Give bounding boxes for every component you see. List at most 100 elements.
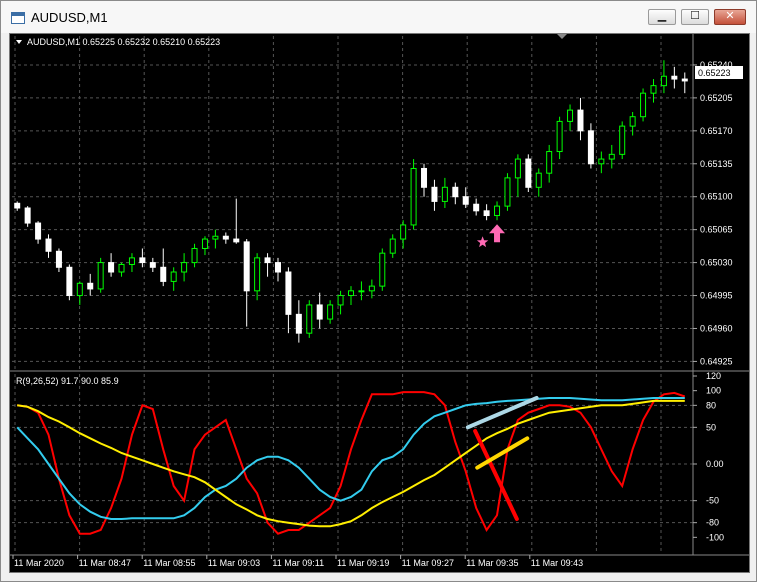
window-title: AUDUSD,M1 (31, 10, 108, 25)
indicator-series-R9 (17, 391, 686, 535)
dropdown-triangle-icon[interactable] (16, 40, 22, 44)
price-tick-label: 0.65170 (700, 126, 733, 136)
minimize-button[interactable]: ▁ (648, 9, 676, 25)
candle-body (660, 75, 667, 87)
time-tick-label: 11 Mar 09:11 (272, 558, 324, 568)
candle-body (243, 241, 250, 292)
candle-body (87, 282, 94, 290)
indicator-tick-label: -100 (706, 532, 724, 542)
indicator-tick-label: 80 (706, 400, 716, 410)
indicator-lines (16, 391, 686, 535)
candle-body (567, 109, 574, 122)
price-panel-header: AUDUSD,M1 0.65225 0.65232 0.65210 0.6522… (27, 37, 220, 47)
candle-body (139, 257, 146, 264)
candle-body (452, 186, 459, 198)
candle-body (55, 250, 62, 268)
candle-body (577, 109, 584, 132)
indicator-tick-label: 100 (706, 386, 721, 396)
time-tick-label: 11 Mar 08:47 (79, 558, 131, 568)
candle-body (556, 120, 563, 153)
candle-body (233, 238, 240, 243)
maximize-button[interactable]: ☐ (681, 9, 709, 25)
candle-body (629, 116, 636, 127)
candle-body (671, 75, 678, 80)
indicator-tick-label: -80 (706, 518, 719, 528)
price-tick-label: 0.64995 (700, 291, 733, 301)
candle-body (327, 304, 334, 320)
candle-body (514, 158, 521, 179)
candle-body (619, 125, 626, 155)
chart-window: AUDUSD,M1 ▁ ☐ ✕ AUDUSD,M1 0.65225 0.6523… (0, 0, 757, 582)
indicator-tick-label: -50 (706, 496, 719, 506)
candle-body (379, 252, 386, 287)
candle-body (274, 262, 281, 273)
candle-body (598, 158, 605, 165)
candle-body (201, 238, 208, 249)
price-tick-label: 0.64925 (700, 356, 733, 366)
price-tick-label: 0.65135 (700, 159, 733, 169)
price-tick-label: 0.65100 (700, 192, 733, 202)
candle-body (295, 313, 302, 334)
signal-star-icon[interactable] (476, 236, 489, 248)
candle-body (337, 295, 344, 306)
candle-body (264, 257, 271, 264)
candle-body (306, 304, 313, 334)
candle-body (640, 92, 647, 118)
candle-body (389, 238, 396, 254)
chart-shift-marker-icon[interactable] (557, 34, 567, 39)
indicator-tick-label: 0.00 (706, 459, 724, 469)
candle-body (128, 257, 135, 265)
candle-body (421, 167, 428, 188)
close-button[interactable]: ✕ (714, 9, 746, 25)
candle-body (76, 282, 83, 297)
candle-body (504, 177, 511, 207)
title-bar[interactable]: AUDUSD,M1 ▁ ☐ ✕ (1, 1, 756, 33)
buy-arrow-icon[interactable] (489, 224, 506, 243)
candle-body (254, 257, 261, 292)
chart-window-icon (11, 12, 25, 24)
indicator-trendline (465, 396, 539, 430)
candle-body (462, 196, 469, 205)
price-chart-svg[interactable]: AUDUSD,M1 0.65225 0.65232 0.65210 0.6522… (10, 34, 749, 572)
price-tick-label: 0.64960 (700, 323, 733, 333)
candle-body (45, 238, 52, 252)
candle-body (316, 304, 323, 320)
candle-body (400, 224, 407, 240)
indicator-tick-label: 120 (706, 371, 721, 381)
candle-body (441, 186, 448, 202)
indicator-trendline (473, 429, 519, 521)
time-tick-label: 11 Mar 09:19 (337, 558, 389, 568)
indicator-axis: 120 100 80 50 0.00 -50 -80 -100 (693, 371, 724, 542)
time-tick-label: 11 Mar 08:55 (143, 558, 195, 568)
candle-body (181, 262, 188, 273)
candle-body (222, 235, 229, 240)
candle-body (431, 186, 438, 202)
time-tick-label: 11 Mar 09:35 (466, 558, 518, 568)
time-tick-label: 11 Mar 09:27 (402, 558, 454, 568)
time-tick-label: 11 Mar 2020 (14, 558, 64, 568)
candle-body (108, 262, 115, 273)
signals (476, 224, 506, 248)
candle-body (525, 158, 532, 188)
candle-body (483, 210, 490, 217)
candle-body (191, 247, 198, 264)
candle-body (535, 172, 542, 188)
candle-body (348, 290, 354, 297)
candle-body (149, 262, 156, 268)
candle-body (170, 271, 177, 282)
candle-body (650, 85, 657, 94)
indicator-panel-header: R(9,26,52) 91.7 90.0 85.9 (16, 376, 119, 386)
candle-body (14, 202, 21, 209)
candle-body (681, 78, 688, 82)
candle-body (160, 266, 167, 282)
candle-body (212, 235, 219, 240)
candle-body (587, 130, 594, 165)
candle-body (494, 205, 501, 217)
chart-area[interactable]: AUDUSD,M1 0.65225 0.65232 0.65210 0.6522… (9, 33, 750, 573)
price-tick-label: 0.65065 (700, 225, 733, 235)
candle-body (608, 153, 615, 160)
time-tick-label: 11 Mar 09:03 (208, 558, 260, 568)
candle-body (473, 203, 480, 212)
candle-body (358, 290, 365, 293)
price-tick-label: 0.65240 (700, 60, 733, 70)
